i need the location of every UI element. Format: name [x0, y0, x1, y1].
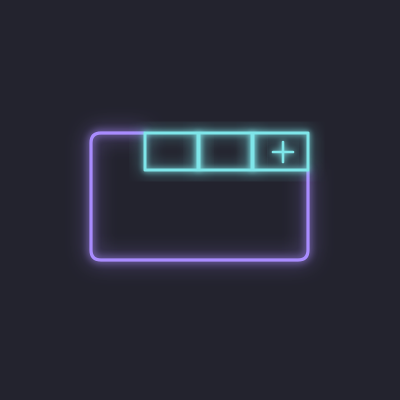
plus-icon	[271, 140, 295, 164]
window-tabs-add-icon	[89, 131, 310, 262]
tab-2	[197, 131, 254, 172]
tab-1	[143, 131, 200, 172]
canvas	[0, 0, 400, 400]
